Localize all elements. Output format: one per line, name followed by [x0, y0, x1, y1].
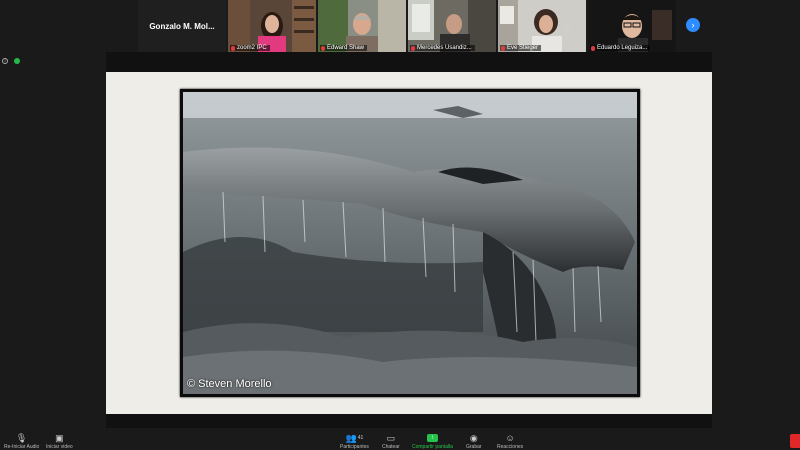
participant-tile-name-only[interactable]: Gonzalo M. Mol...	[138, 0, 226, 52]
participant-strip: Gonzalo M. Mol... zoom2 IPC Edward Shaw	[138, 0, 676, 52]
camera-off-icon: ▣	[55, 432, 64, 443]
muted-mic-icon	[321, 45, 325, 51]
participants-button[interactable]: 👥 41 Participantes	[340, 432, 369, 450]
shared-screen: © Steven Morello	[106, 52, 712, 432]
participant-tile-video[interactable]: Edward Shaw	[318, 0, 406, 52]
muted-mic-icon	[501, 45, 505, 51]
participant-label: Eve Stieger	[500, 45, 542, 51]
participant-label: Edward Shaw	[320, 45, 368, 51]
participant-tile-video[interactable]: Mercedes Usandiz...	[408, 0, 496, 52]
next-participants-button[interactable]: ›	[686, 18, 700, 32]
photo-credit: © Steven Morello	[187, 378, 272, 390]
audio-button[interactable]: 🎙 Re-Iniciar Audio	[4, 432, 39, 450]
reactions-button[interactable]: ☺ Reacciones	[497, 432, 523, 450]
whale-tail-image	[183, 92, 637, 394]
video-button[interactable]: ▣ Iniciar video	[46, 432, 73, 450]
muted-mic-icon	[231, 45, 235, 51]
chat-button[interactable]: ▭ Chatear	[382, 432, 400, 450]
record-button[interactable]: ◉ Grabar	[466, 432, 482, 450]
muted-mic-icon	[411, 45, 415, 51]
participant-count: 41	[357, 435, 364, 441]
participant-label: Mercedes Usandiz...	[410, 45, 475, 51]
share-screen-button[interactable]: ↑ Compartir pantalla	[412, 432, 453, 450]
heart-icon: ♡	[563, 22, 572, 32]
participant-tile-video[interactable]: Eduardo Leguiza...	[588, 0, 676, 52]
shield-icon[interactable]	[14, 58, 20, 64]
chevron-right-icon: ›	[691, 20, 695, 30]
participants-icon: 👥 41	[345, 432, 364, 443]
participant-label: Eduardo Leguiza...	[590, 45, 651, 51]
meeting-toolbar: 🎙 Re-Iniciar Audio ▣ Iniciar video 👥 41 P…	[0, 428, 800, 450]
whale-tail-photo: © Steven Morello	[180, 89, 640, 397]
participant-name: Gonzalo M. Mol...	[149, 21, 215, 31]
muted-mic-icon	[591, 45, 595, 51]
microphone-muted-icon: 🎙	[15, 432, 28, 443]
share-screen-icon: ↑	[426, 434, 438, 442]
chat-icon: ▭	[386, 432, 396, 443]
participant-tile-video[interactable]: zoom2 IPC	[228, 0, 316, 52]
meeting-status: i	[2, 58, 20, 64]
record-icon: ◉	[469, 432, 478, 443]
reactions-icon: ☺	[505, 433, 515, 443]
participant-tile-video[interactable]: ♡ Eve Stieger	[498, 0, 586, 52]
presentation-slide: © Steven Morello	[106, 72, 712, 414]
end-meeting-button[interactable]	[790, 434, 800, 448]
participant-label: zoom2 IPC	[230, 45, 270, 51]
info-icon[interactable]: i	[2, 58, 8, 64]
